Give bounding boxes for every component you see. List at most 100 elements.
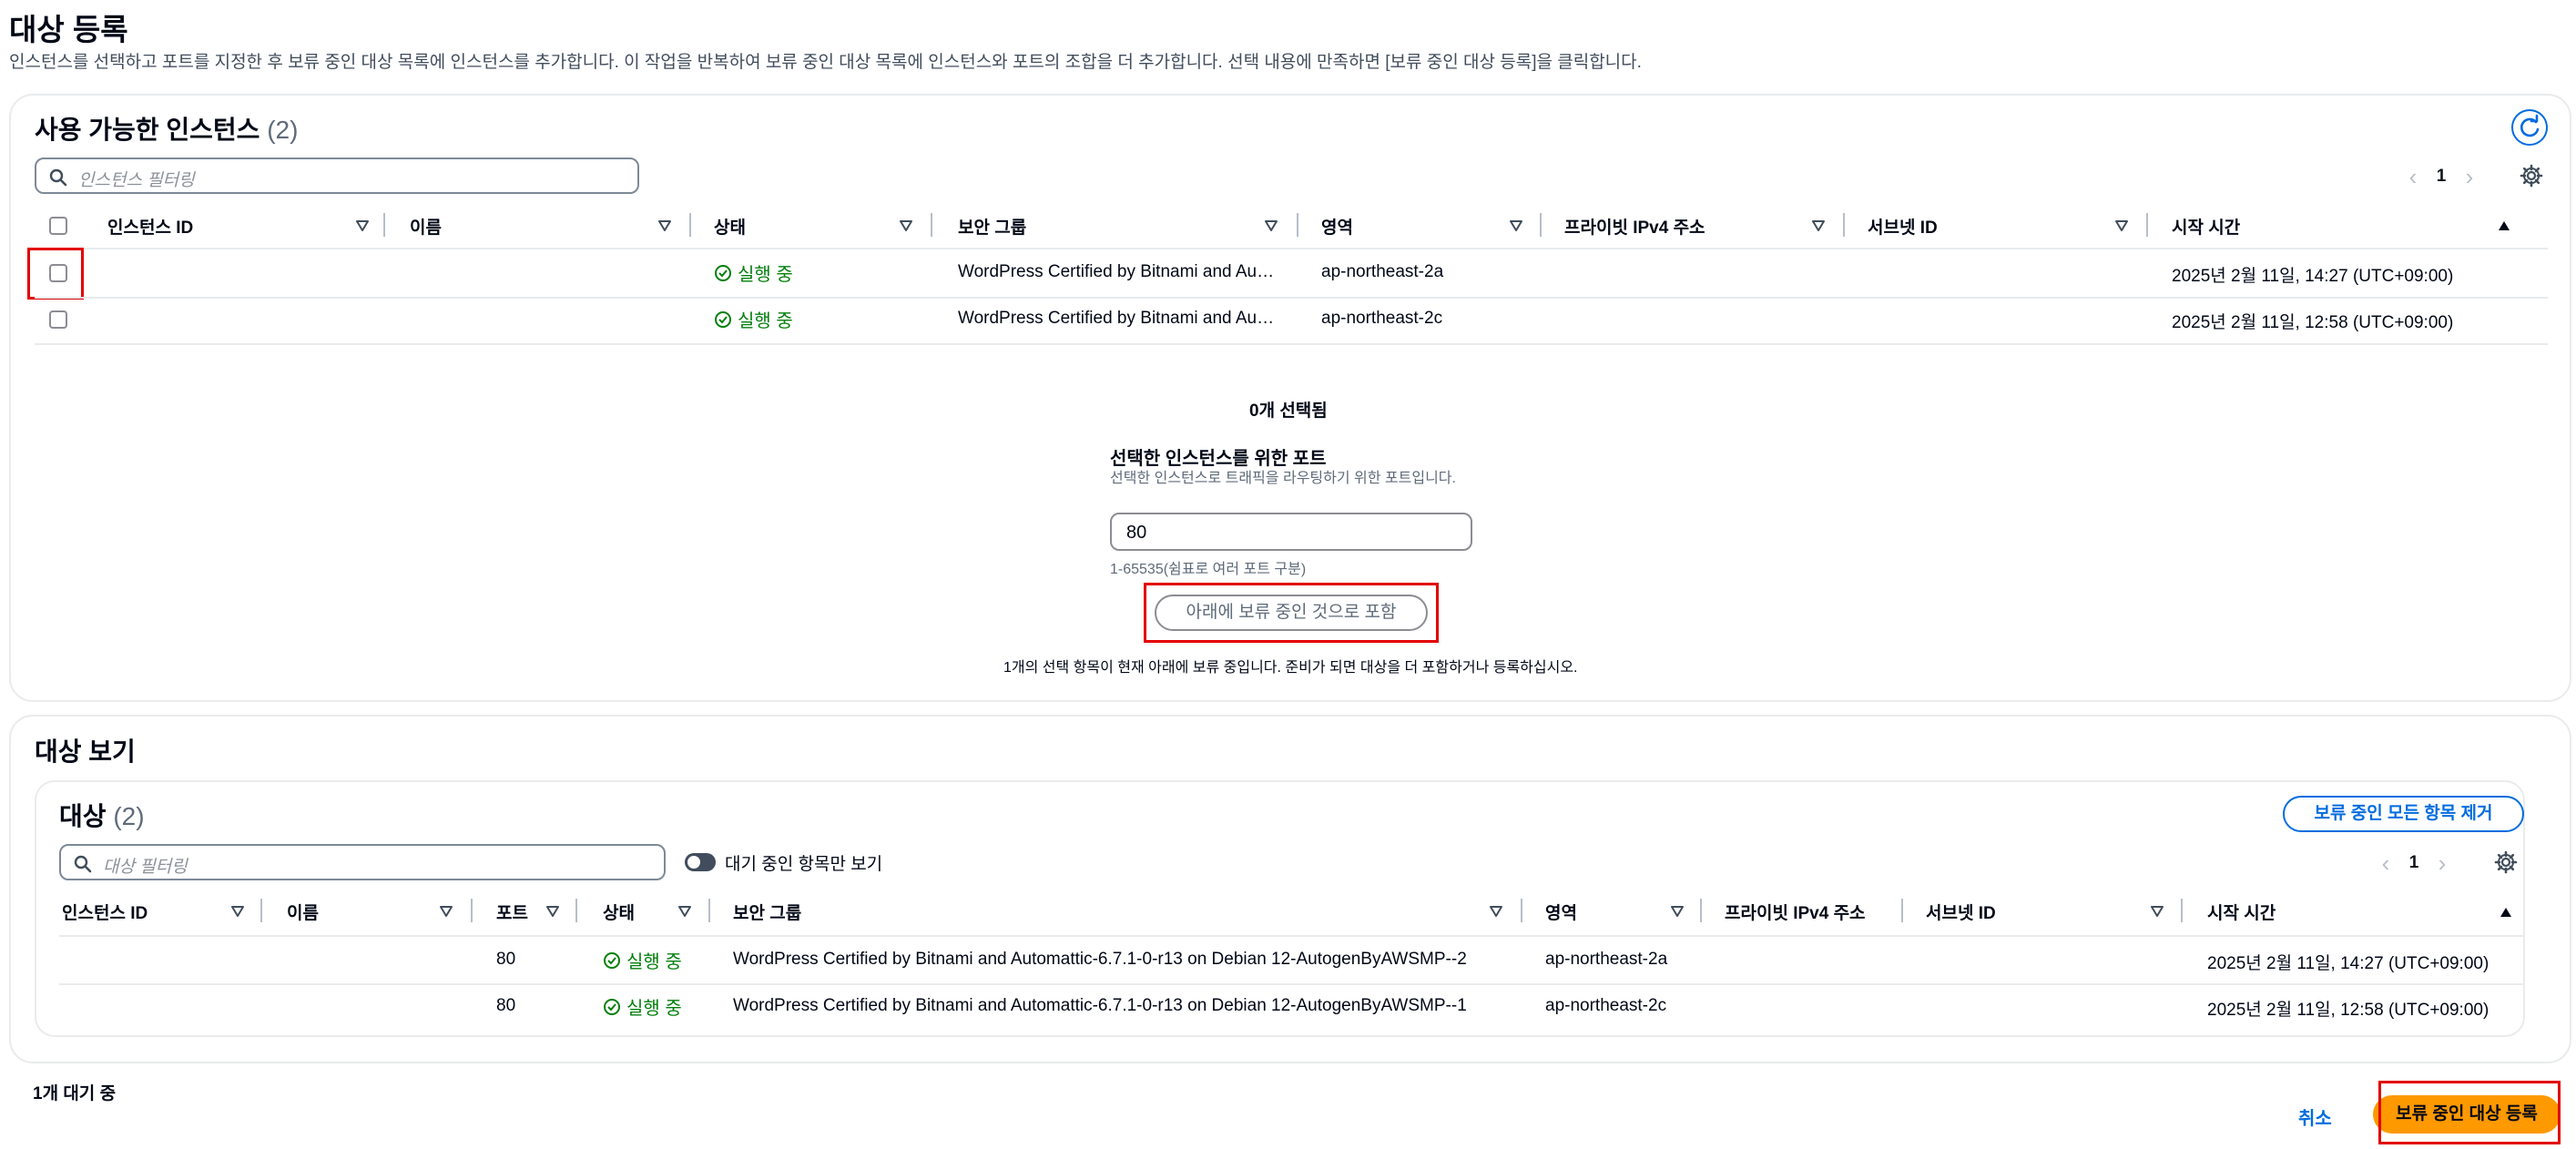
col-status[interactable]: 상태 xyxy=(714,214,746,239)
search-icon xyxy=(74,855,92,873)
port-label: 선택한 인스턴스를 위한 포트 xyxy=(1110,449,1327,469)
column-resizer[interactable] xyxy=(471,899,473,922)
pending-only-toggle[interactable] xyxy=(685,853,716,871)
col-private-ipv4[interactable]: 프라이빗 IPv4 주소 xyxy=(1725,900,1866,924)
settings-gear-icon[interactable] xyxy=(2520,164,2543,188)
sort-descending-icon[interactable] xyxy=(1265,220,1278,231)
remove-all-pending-button[interactable]: 보류 중인 모든 항목 제거 xyxy=(2283,796,2524,832)
pending-count: 1개 대기 중 xyxy=(33,1084,117,1103)
column-resizer[interactable] xyxy=(1700,899,1702,922)
status-running: 실행 중 xyxy=(603,947,682,973)
sort-descending-icon[interactable] xyxy=(546,906,559,917)
search-icon xyxy=(49,168,67,187)
col-launch-time[interactable]: 시작 시간 xyxy=(2207,900,2276,924)
col-zone[interactable]: 영역 xyxy=(1545,900,1577,924)
pending-note: 1개의 선택 항목이 현재 아래에 보류 중입니다. 준비가 되면 대상을 더 … xyxy=(1003,660,1578,676)
col-status[interactable]: 상태 xyxy=(603,900,635,924)
settings-gear-icon[interactable] xyxy=(2494,850,2518,874)
launch-time-cell: 2025년 2월 11일, 14:27 (UTC+09:00) xyxy=(2172,267,2454,286)
security-group-cell: WordPress Certified by Bitnami and Au… xyxy=(958,309,1275,328)
zone-cell: ap-northeast-2c xyxy=(1545,996,1667,1015)
port-input[interactable]: 80 xyxy=(1110,513,1472,551)
column-resizer[interactable] xyxy=(1843,213,1845,237)
column-resizer[interactable] xyxy=(1521,899,1522,922)
selected-count: 0개 선택됨 xyxy=(1249,402,1328,421)
status-label: 실행 중 xyxy=(738,265,793,285)
sort-descending-icon[interactable] xyxy=(231,906,244,917)
chevron-right-icon[interactable]: › xyxy=(2429,849,2455,878)
column-resizer[interactable] xyxy=(931,213,932,237)
sort-descending-icon[interactable] xyxy=(2115,220,2128,231)
col-name[interactable]: 이름 xyxy=(410,214,442,239)
pagination: ‹ 1 › xyxy=(2373,849,2455,878)
launch-time-cell: 2025년 2월 11일, 14:27 (UTC+09:00) xyxy=(2207,954,2489,973)
sort-descending-icon[interactable] xyxy=(900,220,912,231)
port-cell: 80 xyxy=(496,950,516,969)
port-cell: 80 xyxy=(496,996,516,1015)
sort-descending-icon[interactable] xyxy=(1671,906,1684,917)
status-ok-icon xyxy=(603,951,621,970)
sort-descending-icon[interactable] xyxy=(1510,220,1522,231)
col-zone[interactable]: 영역 xyxy=(1321,214,1353,239)
highlight-box xyxy=(27,248,84,300)
column-resizer[interactable] xyxy=(575,899,577,922)
refresh-button[interactable] xyxy=(2511,109,2548,146)
column-resizer[interactable] xyxy=(383,213,385,237)
instance-filter-input[interactable]: 인스턴스 필터링 xyxy=(35,158,639,194)
sort-descending-icon[interactable] xyxy=(2151,906,2164,917)
page-number[interactable]: 1 xyxy=(2398,853,2429,873)
highlight-box xyxy=(2378,1081,2561,1144)
sort-descending-icon[interactable] xyxy=(678,906,691,917)
column-resizer[interactable] xyxy=(1901,899,1903,922)
row-divider xyxy=(59,983,2524,985)
select-all-checkbox[interactable] xyxy=(49,217,67,235)
sort-ascending-icon[interactable] xyxy=(2498,220,2510,231)
column-resizer[interactable] xyxy=(708,899,710,922)
sort-descending-icon[interactable] xyxy=(658,220,671,231)
available-instances-title: 사용 가능한 인스턴스 xyxy=(35,116,260,144)
chevron-left-icon[interactable]: ‹ xyxy=(2400,163,2426,191)
sort-descending-icon[interactable] xyxy=(356,220,369,231)
status-running: 실행 중 xyxy=(714,259,793,286)
col-security-group[interactable]: 보안 그룹 xyxy=(733,900,801,924)
highlight-box xyxy=(1144,583,1439,643)
status-running: 실행 중 xyxy=(603,993,682,1020)
row-checkbox[interactable] xyxy=(49,310,67,329)
col-port[interactable]: 포트 xyxy=(496,900,528,924)
column-resizer[interactable] xyxy=(2146,213,2148,237)
target-filter-input[interactable]: 대상 필터링 xyxy=(59,844,666,880)
target-filter-placeholder: 대상 필터링 xyxy=(103,858,188,877)
port-hint: 1-65535(쉼표로 여러 포트 구분) xyxy=(1110,562,1307,577)
column-resizer[interactable] xyxy=(1540,213,1542,237)
sort-ascending-icon[interactable] xyxy=(2500,907,2512,918)
security-group-cell: WordPress Certified by Bitnami and Au… xyxy=(958,262,1275,281)
col-private-ipv4[interactable]: 프라이빗 IPv4 주소 xyxy=(1564,214,1705,239)
column-resizer[interactable] xyxy=(1297,213,1298,237)
security-group-cell: WordPress Certified by Bitnami and Autom… xyxy=(733,996,1467,1015)
column-resizer[interactable] xyxy=(260,899,262,922)
column-resizer[interactable] xyxy=(2181,899,2183,922)
column-resizer[interactable] xyxy=(689,213,691,237)
col-subnet-id[interactable]: 서브넷 ID xyxy=(1926,900,1996,924)
port-description: 선택한 인스턴스로 트래픽을 라우팅하기 위한 포트입니다. xyxy=(1110,471,1456,486)
status-label: 실행 중 xyxy=(626,952,682,972)
sort-descending-icon[interactable] xyxy=(440,906,453,917)
sort-descending-icon[interactable] xyxy=(1490,906,1502,917)
col-security-group[interactable]: 보안 그룹 xyxy=(958,214,1026,239)
security-group-cell: WordPress Certified by Bitnami and Autom… xyxy=(733,950,1467,969)
chevron-right-icon[interactable]: › xyxy=(2457,163,2482,191)
col-instance-id[interactable]: 인스턴스 ID xyxy=(62,900,148,924)
launch-time-cell: 2025년 2월 11일, 12:58 (UTC+09:00) xyxy=(2207,1001,2489,1020)
col-launch-time[interactable]: 시작 시간 xyxy=(2172,214,2240,239)
page-number[interactable]: 1 xyxy=(2426,167,2457,187)
targets-count: (2) xyxy=(113,802,145,830)
chevron-left-icon[interactable]: ‹ xyxy=(2373,849,2398,878)
status-ok-icon xyxy=(603,998,621,1016)
cancel-button[interactable]: 취소 xyxy=(2298,1103,2332,1130)
col-instance-id[interactable]: 인스턴스 ID xyxy=(107,214,193,239)
instance-filter-placeholder: 인스턴스 필터링 xyxy=(78,171,195,190)
sort-descending-icon[interactable] xyxy=(1812,220,1825,231)
col-name[interactable]: 이름 xyxy=(287,900,319,924)
review-targets-title: 대상 보기 xyxy=(35,737,136,766)
col-subnet-id[interactable]: 서브넷 ID xyxy=(1868,214,1938,239)
